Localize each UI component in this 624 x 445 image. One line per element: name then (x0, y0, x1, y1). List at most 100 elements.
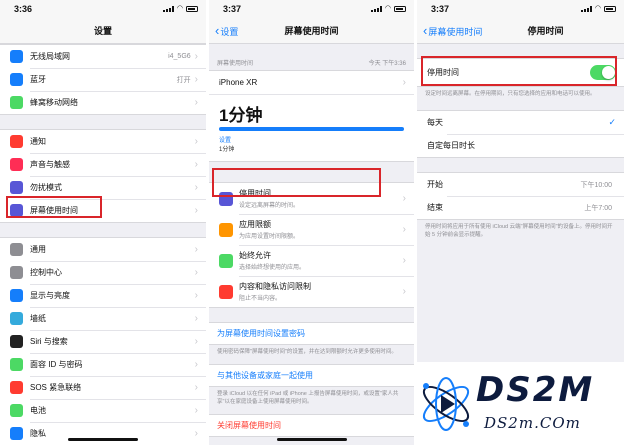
chevron-right-icon: › (194, 359, 198, 370)
back-button[interactable]: ‹ 屏幕使用时间 (423, 18, 482, 44)
general-group: 通用 › 控制中心 › 显示与亮度 › 墙纸 › Siri 与搜索 › 面容 ID 与密码 › SOS … (0, 237, 206, 445)
settings-row[interactable]: 控制中心 › (0, 261, 206, 284)
control-center-icon (10, 266, 23, 279)
option-subtitle: 选择始终想使用的应用。 (239, 265, 306, 271)
sos-icon (10, 381, 23, 394)
schedule-option[interactable]: 每天 ✓ (417, 111, 624, 134)
screen-time-option[interactable]: 始终允许 选择始终想使用的应用。 › (209, 245, 414, 276)
bluetooth-icon (10, 73, 23, 86)
settings-row[interactable]: 屏幕使用时间 › (0, 199, 206, 222)
screen-time-option[interactable]: 停用时间 设定远离屏幕的时间。 › (209, 183, 414, 214)
chevron-left-icon: ‹ (215, 22, 220, 38)
option-title: 停用时间 (239, 189, 271, 198)
settings-row[interactable]: Siri 与搜索 › (0, 330, 206, 353)
settings-row-label: Siri 与搜索 (30, 337, 68, 346)
end-note: 停用时间将应用于所有使用 iCloud 云端"屏幕使用时间"的设备上。停用时间开… (425, 224, 613, 238)
status-icons: ◠ (580, 5, 616, 12)
option-title: 应用限额 (239, 220, 271, 229)
settings-row[interactable]: SOS 紧急联络 › (0, 376, 206, 399)
settings-row-label: 显示与亮度 (30, 291, 70, 300)
downtime-toggle[interactable] (590, 65, 616, 80)
chevron-right-icon: › (402, 193, 406, 204)
downtime-toggle-group: 停用时间 (417, 58, 624, 87)
cellular-icon (10, 96, 23, 109)
settings-screen: 3:36 ◠ 设置 无线局域网 i4_5G6 › 蓝牙 打开 › 蜂窝移动网络 › 通知 › 声音… (0, 0, 206, 445)
siri-icon (10, 335, 23, 348)
nav-bar: 设置 (0, 18, 206, 44)
settings-row[interactable]: 面容 ID 与密码 › (0, 353, 206, 376)
settings-row[interactable]: 蜂窝移动网络 › (0, 91, 206, 114)
downtime-toggle-label: 停用时间 (427, 68, 459, 77)
page-title: 设置 (93, 26, 112, 36)
checkmark-icon: ✓ (608, 117, 616, 127)
always-allowed-icon (219, 253, 233, 268)
settings-row-label: 声音与触感 (30, 160, 70, 169)
turn-off-screen-time-link[interactable]: 关闭屏幕使用时间 (209, 414, 414, 437)
wifi-status-icon: ◠ (384, 5, 391, 12)
wifi-status-icon: ◠ (176, 5, 183, 12)
settings-row[interactable]: 通用 › (0, 238, 206, 261)
passcode-note: 使用密码保障"屏幕使用时间"的设置，并在达到限额时允许更多使用时间。 (217, 349, 397, 355)
usage-bar (219, 127, 404, 131)
app-limits-icon (219, 222, 233, 237)
battery-icon (10, 404, 23, 417)
settings-row-label: 面容 ID 与密码 (30, 360, 83, 369)
status-time: 3:37 (431, 4, 450, 14)
start-time-value: 下午10:00 (580, 181, 612, 189)
settings-row-label: 控制中心 (30, 268, 62, 277)
status-bar: 3:37 ◠ (417, 0, 624, 18)
downtime-icon (219, 191, 233, 206)
settings-row[interactable]: 蓝牙 打开 › (0, 68, 206, 91)
back-button[interactable]: ‹ 设置 (215, 18, 238, 44)
settings-row[interactable]: 通知 › (0, 130, 206, 153)
usage-chart[interactable]: 1分钟 设置 1分钟 (209, 94, 414, 161)
chevron-right-icon: › (194, 267, 198, 278)
page-title: 屏幕使用时间 (284, 26, 339, 36)
chevron-right-icon: › (194, 97, 198, 108)
status-bar: 3:36 ◠ (0, 0, 206, 18)
screen-time-option[interactable]: 内容和隐私访问限制 阻止不当内容。 › (209, 276, 414, 307)
settings-row-label: 电池 (30, 406, 46, 415)
end-time-row[interactable]: 结束 上午7:00 (417, 196, 624, 219)
watermark-brand: DS2M (476, 370, 595, 410)
chevron-right-icon: › (194, 74, 198, 85)
home-indicator (276, 438, 347, 441)
settings-row-label: 屏幕使用时间 (30, 206, 78, 215)
chevron-right-icon: › (194, 428, 198, 439)
settings-row[interactable]: 声音与触感 › (0, 153, 206, 176)
settings-row[interactable]: 无线局域网 i4_5G6 › (0, 45, 206, 68)
chevron-right-icon: › (194, 244, 198, 255)
share-across-devices-link[interactable]: 与其他设备或家庭一起使用 (209, 364, 414, 387)
back-label: 屏幕使用时间 (428, 26, 483, 37)
screen-time-option[interactable]: 应用限额 为应用设置时间限额。 › (209, 214, 414, 245)
faceid-icon (10, 358, 23, 371)
settings-row[interactable]: 隐私 › (0, 422, 206, 445)
status-icons: ◠ (370, 5, 406, 12)
device-row[interactable]: iPhone XR › (209, 71, 414, 94)
ds2m-watermark-logo: DS2M DS2m.COm (414, 362, 624, 445)
chevron-right-icon: › (194, 205, 198, 216)
schedule-option-label: 自定每日时长 (427, 141, 475, 150)
option-subtitle: 为应用设置时间限额。 (239, 234, 300, 240)
notifications-group: 通知 › 声音与触感 › 勿扰模式 › 屏幕使用时间 › (0, 129, 206, 223)
settings-row[interactable]: 墙纸 › (0, 307, 206, 330)
category-label: 设置 (219, 138, 232, 144)
chevron-right-icon: › (194, 336, 198, 347)
category-value: 1分钟 (219, 147, 235, 153)
downtime-toggle-row: 停用时间 (417, 59, 624, 86)
chevron-right-icon: › (194, 51, 198, 62)
start-time-row[interactable]: 开始 下午10:00 (417, 173, 624, 196)
settings-row-label: 蓝牙 (30, 75, 46, 84)
settings-row[interactable]: 勿扰模式 › (0, 176, 206, 199)
hourglass-icon (10, 204, 23, 217)
sounds-icon (10, 158, 23, 171)
settings-row[interactable]: 电池 › (0, 399, 206, 422)
set-passcode-link[interactable]: 为屏幕使用时间设置密码 (209, 322, 414, 345)
schedule-option[interactable]: 自定每日时长 (417, 134, 624, 157)
chevron-right-icon: › (402, 77, 406, 88)
hand-icon (10, 427, 23, 440)
atom-logo-icon (422, 377, 470, 431)
wallpaper-icon (10, 312, 23, 325)
chevron-right-icon: › (402, 286, 406, 297)
settings-row[interactable]: 显示与亮度 › (0, 284, 206, 307)
